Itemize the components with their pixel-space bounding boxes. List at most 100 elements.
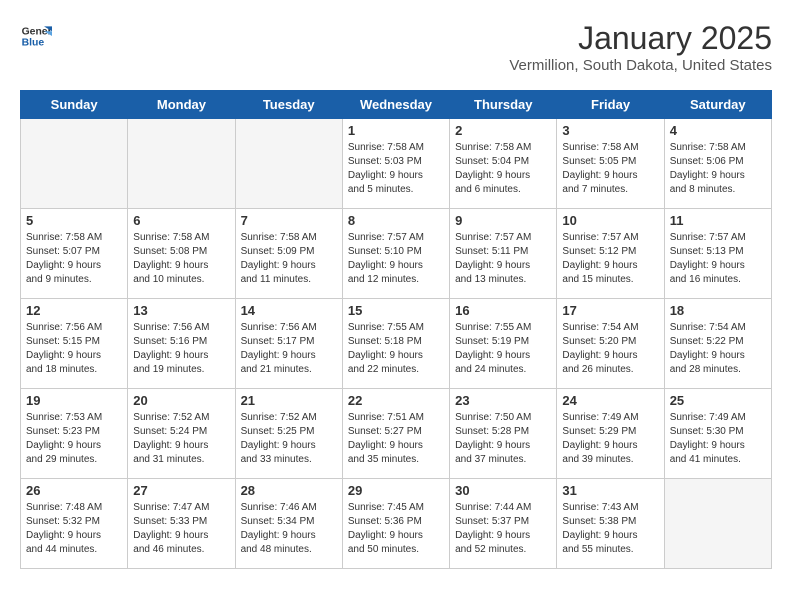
calendar-cell: 19Sunrise: 7:53 AMSunset: 5:23 PMDayligh…: [21, 389, 128, 479]
cell-line: and 9 minutes.: [26, 273, 122, 287]
calendar-cell: [235, 119, 342, 209]
calendar-cell: 24Sunrise: 7:49 AMSunset: 5:29 PMDayligh…: [557, 389, 664, 479]
calendar-subtitle: Vermillion, South Dakota, United States: [509, 57, 772, 74]
cell-line: and 15 minutes.: [562, 273, 658, 287]
day-number: 25: [670, 393, 766, 408]
cell-line: and 46 minutes.: [133, 543, 229, 557]
calendar-week-row: 12Sunrise: 7:56 AMSunset: 5:15 PMDayligh…: [21, 299, 772, 389]
calendar-cell: [664, 479, 771, 569]
cell-line: Daylight: 9 hours: [348, 169, 444, 183]
cell-line: Sunrise: 7:56 AM: [133, 321, 229, 335]
cell-line: Daylight: 9 hours: [562, 169, 658, 183]
header-monday: Monday: [128, 91, 235, 119]
cell-line: Sunrise: 7:47 AM: [133, 501, 229, 515]
day-number: 23: [455, 393, 551, 408]
cell-line: and 19 minutes.: [133, 363, 229, 377]
cell-line: Sunrise: 7:58 AM: [133, 231, 229, 245]
day-number: 13: [133, 303, 229, 318]
cell-line: and 18 minutes.: [26, 363, 122, 377]
cell-content: Sunrise: 7:57 AMSunset: 5:13 PMDaylight:…: [670, 231, 766, 287]
cell-line: Sunset: 5:34 PM: [241, 515, 337, 529]
logo: General Blue: [20, 20, 52, 52]
cell-line: Sunrise: 7:58 AM: [26, 231, 122, 245]
cell-line: Sunset: 5:38 PM: [562, 515, 658, 529]
calendar-cell: 11Sunrise: 7:57 AMSunset: 5:13 PMDayligh…: [664, 209, 771, 299]
cell-line: Sunrise: 7:55 AM: [348, 321, 444, 335]
cell-content: Sunrise: 7:57 AMSunset: 5:12 PMDaylight:…: [562, 231, 658, 287]
cell-line: Sunset: 5:05 PM: [562, 155, 658, 169]
cell-line: Daylight: 9 hours: [562, 349, 658, 363]
cell-line: Daylight: 9 hours: [455, 349, 551, 363]
day-number: 3: [562, 123, 658, 138]
cell-line: Sunrise: 7:58 AM: [241, 231, 337, 245]
cell-content: Sunrise: 7:47 AMSunset: 5:33 PMDaylight:…: [133, 501, 229, 557]
cell-line: Sunset: 5:06 PM: [670, 155, 766, 169]
cell-line: and 8 minutes.: [670, 183, 766, 197]
day-number: 27: [133, 483, 229, 498]
cell-line: Sunrise: 7:54 AM: [562, 321, 658, 335]
cell-line: Sunset: 5:29 PM: [562, 425, 658, 439]
day-number: 16: [455, 303, 551, 318]
cell-line: Sunrise: 7:58 AM: [670, 141, 766, 155]
day-number: 1: [348, 123, 444, 138]
cell-content: Sunrise: 7:49 AMSunset: 5:30 PMDaylight:…: [670, 411, 766, 467]
cell-line: Daylight: 9 hours: [562, 439, 658, 453]
calendar-cell: 27 Sunrise: 7:47 AMSunset: 5:33 PMDayligh…: [128, 479, 235, 569]
cell-line: Sunset: 5:23 PM: [26, 425, 122, 439]
calendar-cell: 8Sunrise: 7:57 AMSunset: 5:10 PMDaylight…: [342, 209, 449, 299]
cell-line: Daylight: 9 hours: [241, 349, 337, 363]
cell-line: and 48 minutes.: [241, 543, 337, 557]
calendar-cell: 17Sunrise: 7:54 AMSunset: 5:20 PMDayligh…: [557, 299, 664, 389]
cell-line: Sunrise: 7:58 AM: [562, 141, 658, 155]
cell-content: Sunrise: 7:58 AMSunset: 5:06 PMDaylight:…: [670, 141, 766, 197]
cell-line: Sunrise: 7:46 AM: [241, 501, 337, 515]
cell-content: Sunrise: 7:45 AMSunset: 5:36 PMDaylight:…: [348, 501, 444, 557]
calendar-cell: 13 Sunrise: 7:56 AMSunset: 5:16 PMDayligh…: [128, 299, 235, 389]
day-number: 17: [562, 303, 658, 318]
day-number: 28: [241, 483, 337, 498]
cell-content: Sunrise: 7:49 AMSunset: 5:29 PMDaylight:…: [562, 411, 658, 467]
cell-line: and 5 minutes.: [348, 183, 444, 197]
cell-line: Sunset: 5:07 PM: [26, 245, 122, 259]
cell-line: Sunrise: 7:57 AM: [670, 231, 766, 245]
cell-content: Sunrise: 7:56 AMSunset: 5:16 PMDaylight:…: [133, 321, 229, 377]
cell-line: and 52 minutes.: [455, 543, 551, 557]
cell-line: Daylight: 9 hours: [26, 439, 122, 453]
cell-content: Sunrise: 7:52 AMSunset: 5:24 PMDaylight:…: [133, 411, 229, 467]
calendar-cell: 3 Sunrise: 7:58 AMSunset: 5:05 PMDaylight…: [557, 119, 664, 209]
cell-line: and 22 minutes.: [348, 363, 444, 377]
calendar-cell: 4Sunrise: 7:58 AMSunset: 5:06 PMDaylight…: [664, 119, 771, 209]
cell-content: Sunrise: 7:56 AMSunset: 5:17 PMDaylight:…: [241, 321, 337, 377]
cell-line: Daylight: 9 hours: [348, 349, 444, 363]
day-number: 15: [348, 303, 444, 318]
cell-line: Daylight: 9 hours: [133, 529, 229, 543]
cell-line: Sunrise: 7:57 AM: [348, 231, 444, 245]
cell-line: Sunrise: 7:58 AM: [455, 141, 551, 155]
day-number: 18: [670, 303, 766, 318]
cell-line: and 41 minutes.: [670, 453, 766, 467]
cell-line: Daylight: 9 hours: [241, 529, 337, 543]
cell-line: and 16 minutes.: [670, 273, 766, 287]
cell-line: and 28 minutes.: [670, 363, 766, 377]
day-number: 7: [241, 213, 337, 228]
cell-line: Sunset: 5:15 PM: [26, 335, 122, 349]
day-number: 12: [26, 303, 122, 318]
calendar-cell: [128, 119, 235, 209]
cell-content: Sunrise: 7:56 AMSunset: 5:15 PMDaylight:…: [26, 321, 122, 377]
cell-line: Sunset: 5:11 PM: [455, 245, 551, 259]
day-number: 2: [455, 123, 551, 138]
calendar-cell: 14Sunrise: 7:56 AMSunset: 5:17 PMDayligh…: [235, 299, 342, 389]
day-number: 8: [348, 213, 444, 228]
day-number: 19: [26, 393, 122, 408]
cell-content: Sunrise: 7:48 AMSunset: 5:32 PMDaylight:…: [26, 501, 122, 557]
cell-line: and 33 minutes.: [241, 453, 337, 467]
cell-line: Sunset: 5:09 PM: [241, 245, 337, 259]
cell-line: and 31 minutes.: [133, 453, 229, 467]
cell-line: Daylight: 9 hours: [455, 259, 551, 273]
cell-line: Daylight: 9 hours: [562, 259, 658, 273]
calendar-week-row: 19Sunrise: 7:53 AMSunset: 5:23 PMDayligh…: [21, 389, 772, 479]
cell-content: Sunrise: 7:58 AMSunset: 5:07 PMDaylight:…: [26, 231, 122, 287]
cell-line: Daylight: 9 hours: [455, 529, 551, 543]
cell-line: Daylight: 9 hours: [241, 439, 337, 453]
calendar-cell: 2Sunrise: 7:58 AMSunset: 5:04 PMDaylight…: [450, 119, 557, 209]
